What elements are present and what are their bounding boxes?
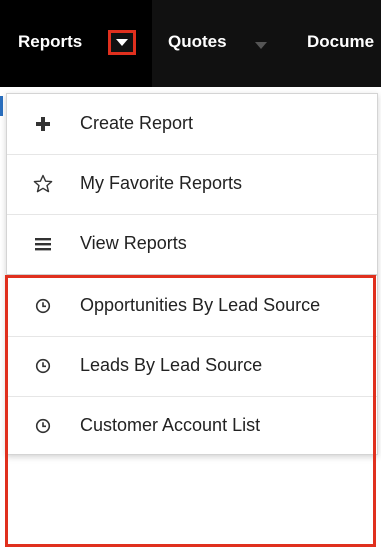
list-icon	[33, 234, 53, 254]
clock-icon	[33, 356, 53, 376]
chevron-down-icon[interactable]	[255, 42, 267, 49]
menu-item-recent-report[interactable]: Opportunities By Lead Source	[7, 276, 377, 337]
menu-item-view-reports[interactable]: View Reports	[7, 214, 377, 274]
chevron-down-icon	[116, 39, 128, 46]
top-navbar: Reports Quotes Docume	[0, 0, 381, 87]
nav-quotes-label: Quotes	[168, 32, 227, 51]
clock-icon	[33, 296, 53, 316]
nav-tab-documents[interactable]: Docume	[292, 0, 381, 87]
menu-item-recent-report[interactable]: Leads By Lead Source	[7, 336, 377, 397]
nav-reports-label: Reports	[18, 32, 83, 51]
reports-dropdown-toggle[interactable]	[108, 30, 136, 55]
page-edge-fragment	[0, 96, 3, 116]
menu-item-label: Create Report	[80, 113, 194, 133]
reports-dropdown-menu: Create Report My Favorite Reports View R…	[6, 93, 378, 455]
nav-tab-reports[interactable]: Reports	[0, 0, 152, 87]
menu-item-favorite-reports[interactable]: My Favorite Reports	[7, 154, 377, 215]
menu-item-label: Leads By Lead Source	[80, 355, 263, 375]
menu-item-recent-report[interactable]: Customer Account List	[7, 396, 377, 456]
menu-item-label: Opportunities By Lead Source	[80, 295, 321, 315]
nav-documents-label: Docume	[307, 32, 375, 51]
menu-item-label: Customer Account List	[80, 415, 261, 435]
plus-icon	[33, 114, 53, 134]
clock-icon	[33, 416, 53, 436]
star-outline-icon	[33, 174, 53, 194]
nav-tab-quotes[interactable]: Quotes	[152, 0, 292, 87]
menu-item-create-report[interactable]: Create Report	[7, 94, 377, 155]
menu-item-label: View Reports	[80, 233, 187, 253]
menu-item-label: My Favorite Reports	[80, 173, 243, 193]
